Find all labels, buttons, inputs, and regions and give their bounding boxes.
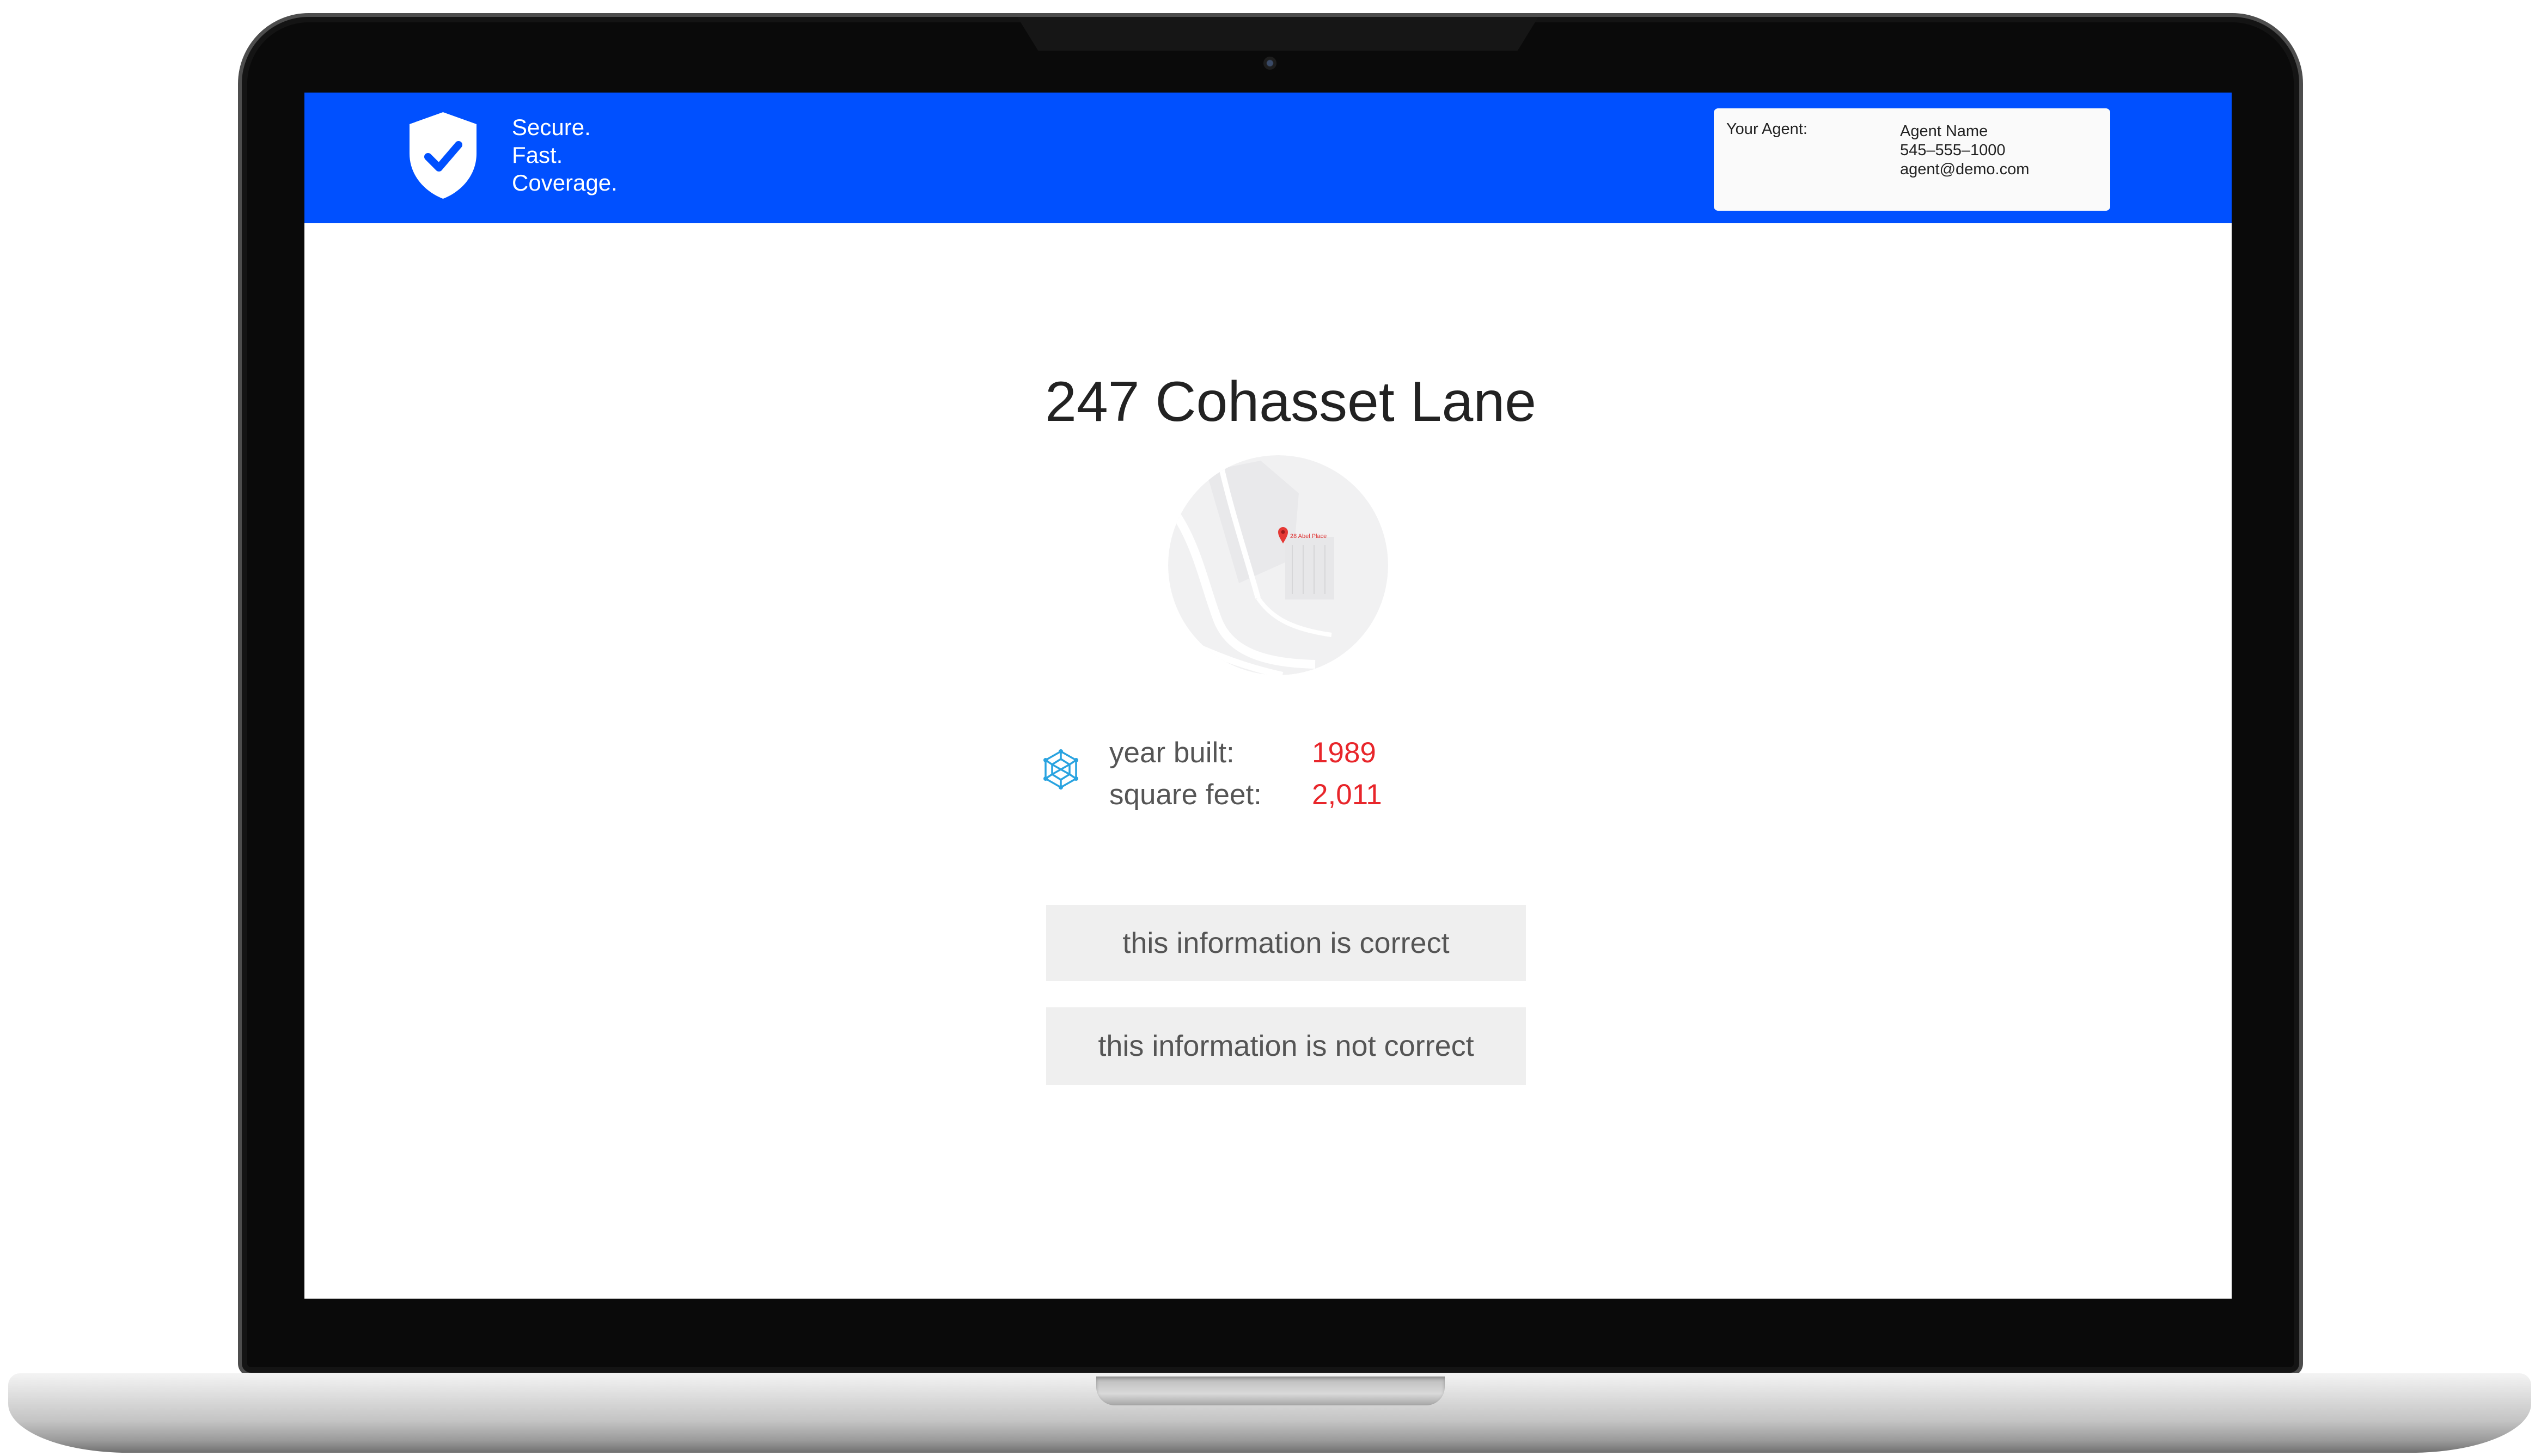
header-bar: Secure. Fast. Coverage. Your Agent: Agen… bbox=[304, 93, 2232, 223]
year-built-value: 1989 bbox=[1312, 737, 1376, 769]
info-correct-button[interactable]: this information is correct bbox=[1046, 905, 1526, 981]
square-feet-label: square feet: bbox=[1109, 779, 1262, 811]
camera-icon bbox=[1263, 57, 1276, 70]
year-built-label: year built: bbox=[1109, 737, 1235, 769]
info-not-correct-button[interactable]: this information is not correct bbox=[1046, 1007, 1526, 1085]
tagline-line: Secure. bbox=[512, 114, 591, 140]
lid-notch bbox=[1017, 17, 1538, 51]
agent-card: Your Agent: Agent Name 545–555–1000 agen… bbox=[1714, 108, 2110, 211]
square-feet-value: 2,011 bbox=[1312, 779, 1382, 811]
property-map[interactable]: 28 Abel Place bbox=[1168, 455, 1388, 675]
map-pin-label: 28 Abel Place bbox=[1290, 533, 1327, 540]
network-icon bbox=[1043, 749, 1078, 790]
shield-check-icon[interactable] bbox=[405, 110, 481, 201]
tagline-line: Fast. bbox=[512, 142, 563, 168]
laptop-base-notch bbox=[1096, 1377, 1445, 1405]
laptop-screen: Secure. Fast. Coverage. Your Agent: Agen… bbox=[304, 93, 2232, 1299]
tagline: Secure. Fast. Coverage. bbox=[512, 113, 618, 197]
agent-label: Your Agent: bbox=[1726, 120, 1807, 138]
property-address: 247 Cohasset Lane bbox=[1044, 370, 1537, 433]
tagline-line: Coverage. bbox=[512, 170, 618, 195]
agent-email[interactable]: agent@demo.com bbox=[1900, 160, 2029, 179]
agent-info: Agent Name 545–555–1000 agent@demo.com bbox=[1900, 122, 2029, 179]
agent-name: Agent Name bbox=[1900, 123, 1988, 140]
agent-phone[interactable]: 545–555–1000 bbox=[1900, 141, 2029, 160]
